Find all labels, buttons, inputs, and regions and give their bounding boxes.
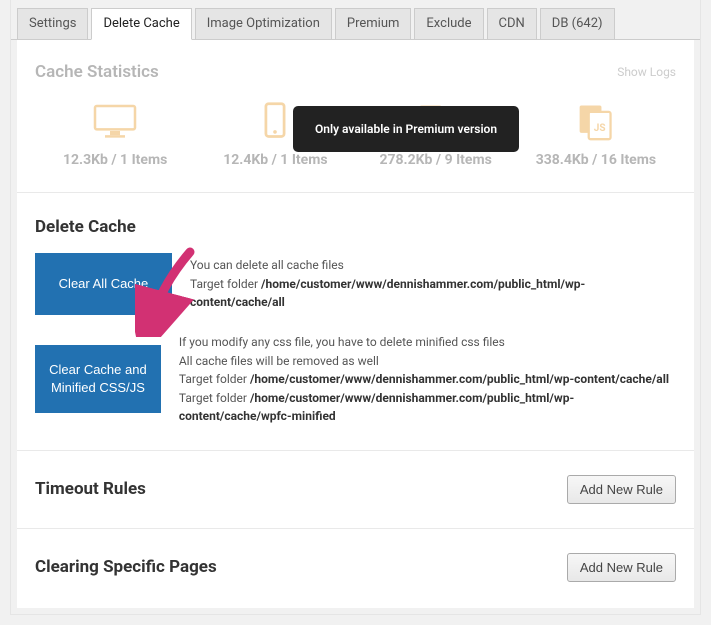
action-clear-min: Clear Cache and Minified CSS/JS If you m… — [35, 333, 676, 426]
divider — [17, 192, 694, 193]
clear-min-target-prefix1: Target folder — [179, 372, 250, 386]
tab-exclude[interactable]: Exclude — [414, 8, 483, 40]
stat-mobile-value: 12.4Kb / 1 Items — [223, 152, 327, 168]
stat-js-value: 338.4Kb / 16 Items — [536, 152, 656, 168]
clear-min-target-path1: /home/customer/www/dennishammer.com/publ… — [250, 372, 669, 386]
stat-desktop-value: 12.3Kb / 1 Items — [63, 152, 167, 168]
clear-cache-minified-button[interactable]: Clear Cache and Minified CSS/JS — [35, 345, 161, 413]
section-title-clearing-pages: Clearing Specific Pages — [35, 557, 217, 577]
tab-premium[interactable]: Premium — [335, 8, 412, 40]
clear-min-target-prefix2: Target folder — [179, 391, 250, 405]
action-clear-all: Clear All Cache You can delete all cache… — [35, 253, 676, 315]
clear-all-target-prefix: Target folder — [190, 277, 261, 291]
premium-tooltip: Only available in Premium version — [293, 106, 519, 152]
desktop-icon — [90, 101, 140, 141]
add-rule-timeout-button[interactable]: Add New Rule — [567, 475, 676, 504]
clear-all-info: You can delete all cache files Target fo… — [190, 256, 676, 312]
section-title-delete-cache: Delete Cache — [35, 217, 676, 237]
clear-all-desc: You can delete all cache files — [190, 256, 676, 275]
add-rule-clearing-button[interactable]: Add New Rule — [567, 553, 676, 582]
tab-image-optimization[interactable]: Image Optimization — [195, 8, 332, 40]
clear-min-info: If you modify any css file, you have to … — [179, 333, 676, 426]
divider — [17, 528, 694, 529]
clear-all-cache-button[interactable]: Clear All Cache — [35, 253, 172, 315]
panel-delete-cache: Only available in Premium version Cache … — [17, 40, 694, 608]
js-icon: JS — [571, 101, 621, 141]
stat-desktop: 12.3Kb / 1 Items — [35, 100, 195, 168]
tab-delete-cache[interactable]: Delete Cache — [91, 8, 191, 40]
stats-title: Cache Statistics — [35, 62, 159, 82]
show-logs-link[interactable]: Show Logs — [617, 65, 676, 79]
stat-js: JS 338.4Kb / 16 Items — [516, 100, 676, 168]
svg-text:JS: JS — [594, 123, 606, 134]
tab-db[interactable]: DB (642) — [540, 8, 615, 40]
section-title-timeout: Timeout Rules — [35, 479, 146, 499]
clear-min-line2: All cache files will be removed as well — [179, 352, 676, 371]
tab-bar: Settings Delete Cache Image Optimization… — [11, 0, 700, 40]
tab-cdn[interactable]: CDN — [487, 8, 537, 40]
stat-css-value: 278.2Kb / 9 Items — [379, 152, 491, 168]
tab-settings[interactable]: Settings — [17, 8, 88, 40]
clear-min-line1: If you modify any css file, you have to … — [179, 333, 676, 352]
divider — [17, 450, 694, 451]
